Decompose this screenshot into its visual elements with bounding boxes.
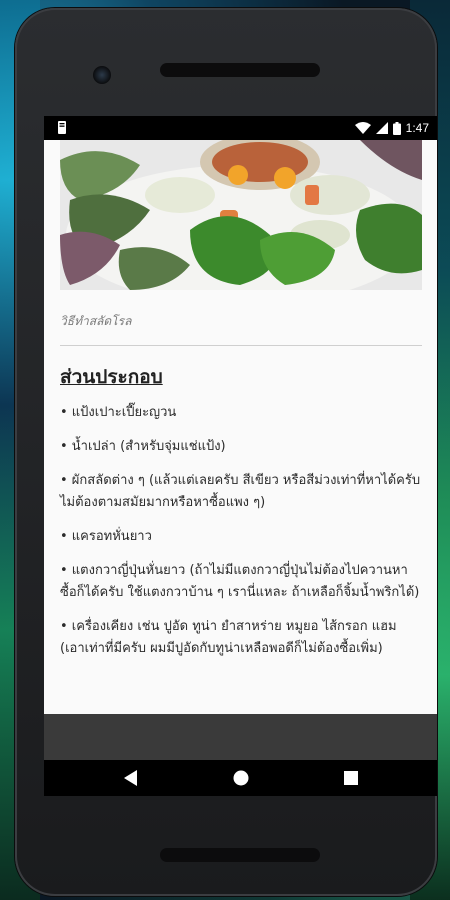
- recents-button[interactable]: [341, 768, 361, 788]
- battery-icon: [392, 121, 401, 135]
- phone-frame: 1:47 วิธีทำสลัดโรล ส่วนประกอบ • แป้งเปาะ…: [15, 8, 437, 896]
- status-time: 1:47: [405, 121, 429, 135]
- hero-image: [60, 140, 422, 290]
- notification-icon: [58, 121, 66, 134]
- ingredient-item: • แครอทหั่นยาว: [60, 529, 152, 544]
- ingredient-item: • น้ำเปล่า (สำหรับจุ่มแช่แป้ง): [60, 439, 226, 454]
- navigation-bar: [44, 760, 437, 796]
- recents-icon: [344, 771, 358, 785]
- salad-roll-photo: [60, 140, 422, 290]
- status-bar: 1:47: [44, 116, 437, 140]
- home-icon: [233, 770, 249, 786]
- wifi-icon: [354, 122, 371, 134]
- signal-icon: [375, 122, 388, 134]
- ingredients-list: • แป้งเปาะเปี๊ยะญวน • น้ำเปล่า (สำหรับจุ…: [60, 402, 422, 672]
- ingredient-item: • แตงกวาญี่ปุ่นหั่นยาว (ถ้าไม่มีแตงกวาญี…: [60, 563, 420, 600]
- back-icon: [124, 770, 137, 786]
- screen: 1:47 วิธีทำสลัดโรล ส่วนประกอบ • แป้งเปาะ…: [44, 116, 437, 796]
- home-button[interactable]: [231, 768, 251, 788]
- bottom-speaker: [160, 848, 320, 862]
- image-caption: วิธีทำสลัดโรล: [60, 314, 132, 328]
- top-speaker: [160, 63, 320, 77]
- front-camera: [93, 66, 111, 84]
- bottom-bar: [44, 714, 437, 760]
- ingredient-item: • เครื่องเคียง เช่น ปูอัด ทูน่า ยำสาหร่า…: [60, 619, 397, 656]
- back-button[interactable]: [121, 768, 141, 788]
- article-content[interactable]: วิธีทำสลัดโรล ส่วนประกอบ • แป้งเปาะเปี๊ย…: [44, 140, 437, 714]
- divider: [60, 345, 422, 346]
- ingredients-heading: ส่วนประกอบ: [60, 366, 163, 388]
- ingredient-item: • ผักสลัดต่าง ๆ (แล้วแต่เลยครับ สีเขียว …: [60, 473, 421, 510]
- ingredient-item: • แป้งเปาะเปี๊ยะญวน: [60, 405, 177, 420]
